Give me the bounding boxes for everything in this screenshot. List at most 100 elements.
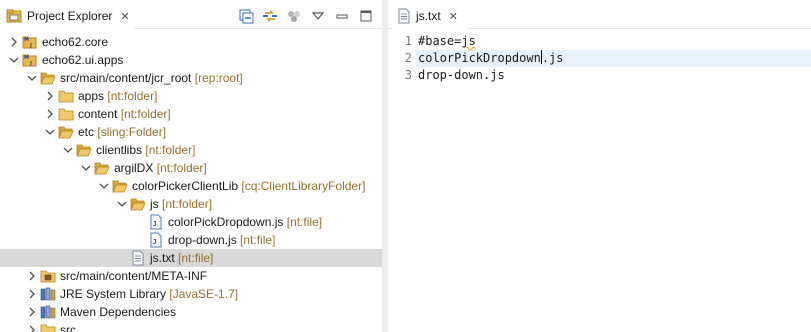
chevron-down-icon[interactable]	[62, 141, 74, 159]
tab-project-explorer[interactable]: Project Explorer ✕	[0, 3, 134, 29]
chevron-down-icon[interactable]	[116, 195, 128, 213]
js-file-icon: J	[148, 232, 164, 248]
tree-item-name: echo62.ui.apps	[42, 53, 124, 67]
open-folder-icon	[40, 70, 56, 86]
tree-item-name: colorPickDropdown.js	[168, 215, 284, 229]
tab-label: Project Explorer	[27, 9, 113, 23]
tree-item-label: colorPickDropdown.js [nt:file]	[168, 213, 322, 231]
close-icon[interactable]: ✕	[449, 10, 458, 23]
open-folder-icon	[112, 178, 128, 194]
line-number: 2	[404, 51, 412, 65]
tree-item[interactable]: clientlibs [nt:folder]	[0, 141, 382, 159]
code-text-part: .js	[541, 51, 564, 65]
chevron-down-icon[interactable]	[8, 51, 20, 69]
chevron-right-icon[interactable]	[26, 267, 38, 285]
tab-js-txt[interactable]: js.txt ✕	[392, 3, 468, 29]
tree-item[interactable]: M Jecho62.core	[0, 33, 382, 51]
focus-icon[interactable]	[286, 8, 302, 24]
code-line[interactable]: colorPickDropdown.js	[418, 50, 564, 67]
chevron-right-icon[interactable]	[44, 105, 56, 123]
tree-item-name: colorPickerClientLib	[132, 179, 239, 193]
project-explorer-icon	[6, 8, 22, 24]
tree-item-decoration: [nt:file]	[178, 251, 214, 265]
text-file-icon	[396, 8, 412, 24]
tree-item-label: content [nt:folder]	[78, 105, 171, 123]
tree-item[interactable]: src/main/content/jcr_root [rep:root]	[0, 69, 382, 87]
editor-header: js.txt ✕	[388, 0, 811, 29]
tree-item[interactable]: etc [sling:Folder]	[0, 123, 382, 141]
tree-item-decoration: [nt:folder]	[107, 89, 158, 103]
tree-item[interactable]: src	[0, 321, 382, 332]
link-with-editor-icon[interactable]	[262, 8, 278, 24]
tree-item-name: content	[78, 107, 118, 121]
tree-item[interactable]: content [nt:folder]	[0, 105, 382, 123]
tree-item-decoration: [sling:Folder]	[97, 125, 167, 139]
tree-item[interactable]: apps [nt:folder]	[0, 87, 382, 105]
code-line[interactable]: drop-down.js	[418, 67, 505, 84]
tree-item[interactable]: JRE System Library [JavaSE-1.7]	[0, 285, 382, 303]
tree-item[interactable]: js.txt [nt:file]	[0, 249, 382, 267]
svg-text:J: J	[29, 61, 32, 67]
tree-item-name: src/main/content/jcr_root	[60, 71, 192, 85]
chevron-down-icon[interactable]	[98, 177, 110, 195]
tree-item-name: src/main/content/META-INF	[60, 269, 208, 283]
open-folder-icon	[94, 160, 110, 176]
svg-text:J: J	[153, 220, 157, 228]
tree-item-name: js	[150, 197, 159, 211]
project-explorer-view: Project Explorer ✕ M Jecho62.core M Jech…	[0, 0, 382, 332]
tree-item-label: js [nt:folder]	[150, 195, 212, 213]
tree-item-decoration: [nt:file]	[286, 215, 323, 229]
minimize-icon[interactable]	[334, 8, 350, 24]
chevron-down-icon[interactable]	[80, 159, 92, 177]
tree-item-decoration: [cq:ClientLibraryFolder]	[241, 179, 366, 193]
project-tree: M Jecho62.core M Jecho62.ui.apps src/main/co…	[0, 33, 382, 332]
open-folder-icon	[130, 196, 146, 212]
tree-item[interactable]: js [nt:folder]	[0, 195, 382, 213]
chevron-right-icon[interactable]	[8, 33, 20, 51]
chevron-right-icon[interactable]	[44, 87, 56, 105]
close-icon[interactable]: ✕	[120, 10, 129, 23]
tree-item-name: echo62.core	[42, 35, 109, 49]
project-explorer-header: Project Explorer ✕	[0, 0, 382, 29]
collapse-all-icon[interactable]	[238, 8, 254, 24]
tree-item[interactable]: Jdrop-down.js [nt:file]	[0, 231, 382, 249]
maximize-icon[interactable]	[358, 8, 374, 24]
tree-item-decoration: [JavaSE-1.7]	[169, 287, 239, 301]
tree-item[interactable]: Maven Dependencies	[0, 303, 382, 321]
chevron-down-icon[interactable]	[44, 123, 56, 141]
open-folder-icon	[76, 142, 92, 158]
tree-item-name: apps	[78, 89, 105, 103]
code-text-part: js	[461, 34, 476, 48]
tree-item[interactable]: src/main/content/META-INF	[0, 267, 382, 285]
tree-item-label: JRE System Library [JavaSE-1.7]	[60, 285, 238, 303]
package-folder-icon	[40, 268, 56, 284]
chevron-right-icon[interactable]	[26, 303, 38, 321]
view-menu-icon[interactable]	[310, 8, 326, 24]
code-line[interactable]: #base=js	[418, 33, 476, 50]
tree-item[interactable]: argilDX [nt:folder]	[0, 159, 382, 177]
tree-item-label: echo62.ui.apps	[42, 51, 123, 69]
tree-item[interactable]: JcolorPickDropdown.js [nt:file]	[0, 213, 382, 231]
tree-item-name: Maven Dependencies	[60, 305, 177, 319]
chevron-right-icon[interactable]	[26, 285, 38, 303]
library-icon	[40, 304, 56, 320]
tree-item[interactable]: colorPickerClientLib [cq:ClientLibraryFo…	[0, 177, 382, 195]
tree-item-decoration: [nt:file]	[240, 233, 276, 247]
code-text-part: #base=	[418, 34, 462, 48]
svg-text:M: M	[24, 37, 29, 43]
text-file-icon	[130, 250, 146, 266]
folder-icon	[58, 88, 74, 104]
tree-item-label: Maven Dependencies	[60, 303, 176, 321]
open-folder-icon	[58, 124, 74, 140]
chevron-right-icon[interactable]	[26, 321, 38, 332]
view-toolbar	[238, 7, 374, 25]
code-text-part: colorPickDropdown	[418, 51, 541, 65]
tree-item-name: src	[60, 323, 76, 332]
editor-text-area[interactable]: 1 #base=js 2 colorPickDropdown.js 3 drop…	[388, 33, 811, 332]
tree-item-name: JRE System Library	[60, 287, 167, 301]
svg-text:M: M	[24, 55, 29, 61]
chevron-down-icon[interactable]	[26, 69, 38, 87]
tree-item[interactable]: M Jecho62.ui.apps	[0, 51, 382, 69]
folder-icon	[58, 106, 74, 122]
maven-project-icon: MJ	[22, 52, 38, 68]
